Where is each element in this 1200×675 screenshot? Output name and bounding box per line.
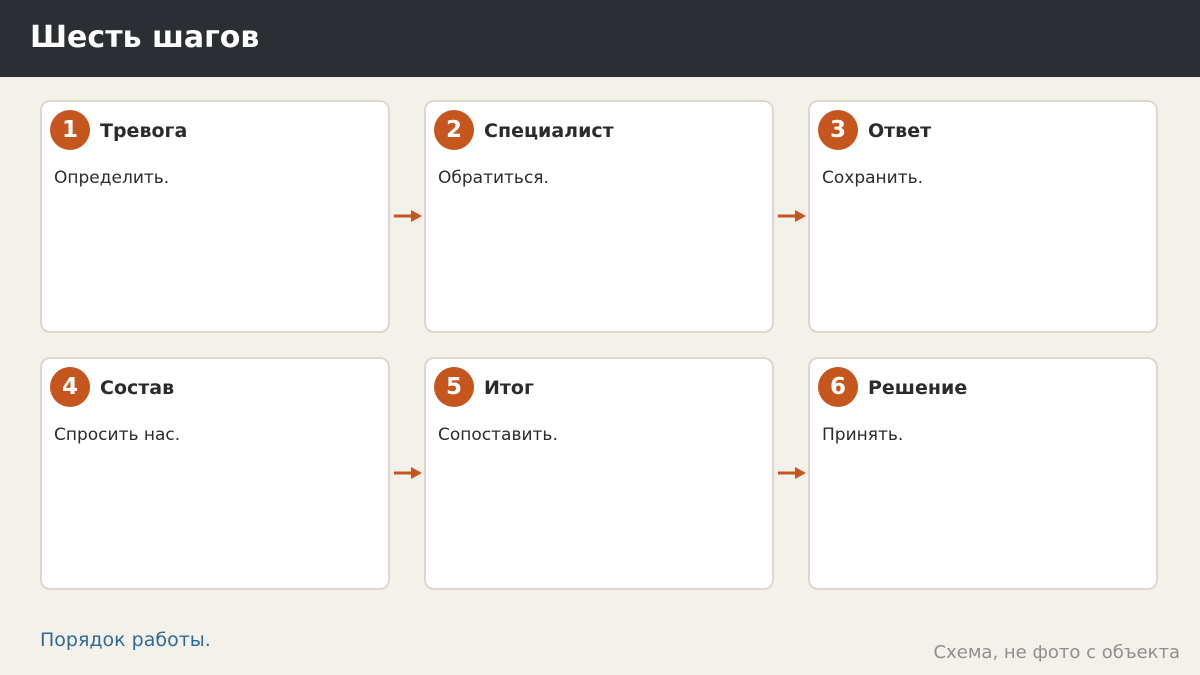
step-title: Ответ (868, 120, 932, 142)
step-title: Специалист (484, 120, 614, 142)
procedure-link[interactable]: Порядок работы. (40, 628, 211, 652)
step-card-3: 3 Ответ Сохранить. (808, 100, 1158, 333)
step-text: Сопоставить. (438, 425, 558, 445)
step-number-badge: 3 (818, 110, 858, 150)
step-card-2: 2 Специалист Обратиться. (424, 100, 774, 333)
step-title: Состав (100, 377, 175, 399)
step-number-badge: 1 (50, 110, 90, 150)
step-number-badge: 6 (818, 367, 858, 407)
step-card-6: 6 Решение Принять. (808, 357, 1158, 590)
arrow-right-icon (778, 467, 806, 479)
footer-note: Схема, не фото с объекта (933, 642, 1180, 663)
step-number-badge: 5 (434, 367, 474, 407)
step-number-badge: 4 (50, 367, 90, 407)
step-title: Тревога (100, 120, 188, 142)
arrow-right-icon (394, 467, 422, 479)
step-text: Принять. (822, 425, 904, 445)
arrow-right-icon (778, 210, 806, 222)
page-title: Шесть шагов (30, 20, 260, 55)
step-title: Решение (868, 377, 968, 399)
header-bar: Шесть шагов (0, 0, 1200, 77)
step-text: Сохранить. (822, 168, 924, 188)
step-text: Обратиться. (438, 168, 549, 188)
step-text: Определить. (54, 168, 170, 188)
step-text: Спросить нас. (54, 425, 181, 445)
step-title: Итог (484, 377, 534, 399)
step-card-1: 1 Тревога Определить. (40, 100, 390, 333)
arrow-right-icon (394, 210, 422, 222)
step-card-5: 5 Итог Сопоставить. (424, 357, 774, 590)
step-card-4: 4 Состав Спросить нас. (40, 357, 390, 590)
step-number-badge: 2 (434, 110, 474, 150)
